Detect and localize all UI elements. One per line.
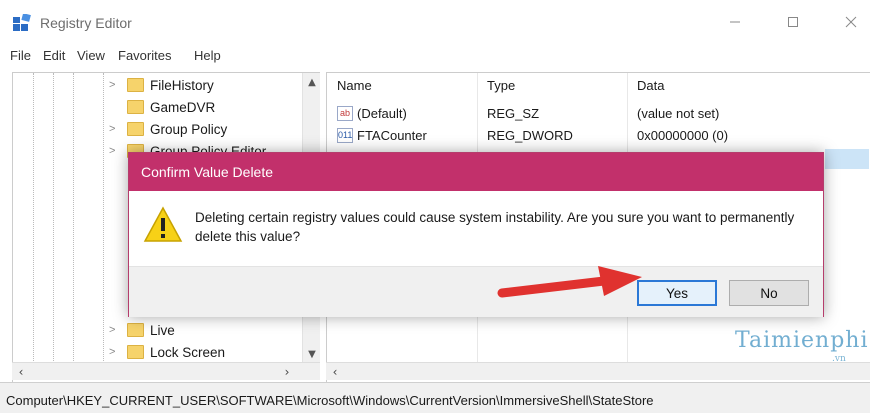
column-header-data[interactable]: Data — [637, 73, 664, 97]
window-title: Registry Editor — [40, 15, 132, 31]
confirm-value-delete-dialog: Confirm Value Delete Deleting certain re… — [128, 152, 824, 317]
tree-item[interactable]: > Live — [109, 319, 175, 341]
value-type: REG_SZ — [487, 106, 540, 121]
scroll-up-icon[interactable]: ▲ — [303, 73, 320, 91]
value-row[interactable]: 011 FTACounter REG_DWORD 0x00000000 (0) — [327, 125, 870, 147]
folder-icon — [127, 345, 144, 359]
value-type: REG_DWORD — [487, 128, 573, 143]
tree-item[interactable]: GameDVR — [109, 96, 215, 118]
close-button[interactable] — [828, 6, 870, 38]
title-bar: Registry Editor — [0, 0, 870, 44]
maximize-button[interactable] — [770, 6, 816, 38]
tree-item-label: GameDVR — [150, 99, 216, 115]
folder-icon — [127, 78, 144, 92]
scroll-left-icon[interactable]: ‹ — [12, 363, 30, 381]
tree-item[interactable]: > Lock Screen — [109, 341, 225, 363]
menu-edit[interactable]: Edit — [43, 48, 65, 63]
menu-help[interactable]: Help — [194, 48, 221, 63]
value-data: 0x00000000 (0) — [637, 128, 729, 143]
reg-sz-icon: ab — [337, 106, 353, 121]
expand-icon[interactable]: > — [109, 346, 123, 358]
menu-favorites[interactable]: Favorites — [118, 48, 171, 63]
registry-editor-icon — [13, 14, 31, 31]
value-name: FTACounter — [357, 128, 427, 143]
list-horizontal-scrollbar[interactable]: ‹ — [326, 362, 870, 380]
column-header-type[interactable]: Type — [487, 73, 515, 97]
dialog-button-bar: Yes No — [129, 266, 823, 317]
yes-button[interactable]: Yes — [637, 280, 717, 306]
expand-icon[interactable]: > — [109, 145, 123, 157]
dialog-title: Confirm Value Delete — [129, 153, 823, 191]
value-name: (Default) — [357, 106, 407, 121]
selected-row-highlight — [825, 149, 869, 169]
minimize-button[interactable] — [712, 6, 758, 38]
tree-item-label: Lock Screen — [150, 344, 226, 360]
no-button[interactable]: No — [729, 280, 809, 306]
tree-horizontal-scrollbar[interactable]: ‹ › — [12, 362, 320, 380]
tree-guide-line — [103, 73, 104, 363]
close-icon — [845, 16, 857, 28]
watermark-logo: Taimienphi — [735, 328, 869, 353]
red-arrow-annotation-icon — [497, 266, 642, 298]
value-data: (value not set) — [637, 106, 720, 121]
folder-icon — [127, 122, 144, 136]
expand-icon[interactable]: > — [109, 123, 123, 135]
watermark-suffix: .vn — [832, 354, 846, 364]
expand-icon[interactable]: > — [109, 79, 123, 91]
tree-guide-line — [53, 73, 54, 363]
warning-triangle-icon — [143, 206, 183, 242]
tree-item[interactable]: > Group Policy — [109, 118, 227, 140]
tree-item-label: Group Policy — [150, 121, 228, 137]
scroll-right-icon[interactable]: › — [278, 363, 296, 381]
dialog-message: Deleting certain registry values could c… — [195, 210, 795, 244]
menu-file[interactable]: File — [10, 48, 31, 63]
tree-item-label: Live — [150, 322, 175, 338]
column-header-name[interactable]: Name — [337, 73, 372, 97]
maximize-icon — [788, 17, 798, 27]
expand-icon[interactable]: > — [109, 324, 123, 336]
folder-icon — [127, 323, 144, 337]
minimize-icon — [730, 21, 740, 23]
folder-icon — [127, 100, 144, 114]
menu-view[interactable]: View — [77, 48, 105, 63]
registry-editor-window: Registry Editor File Edit View Favorites… — [0, 0, 870, 413]
value-row[interactable]: ab (Default) REG_SZ (value not set) — [327, 103, 870, 125]
reg-dword-icon: 011 — [337, 128, 353, 143]
scroll-down-icon[interactable]: ▼ — [303, 345, 320, 363]
tree-item[interactable]: > FileHistory — [109, 74, 214, 96]
tree-item-label: FileHistory — [150, 77, 214, 93]
tree-guide-line — [73, 73, 74, 363]
tree-guide-line — [33, 73, 34, 363]
status-bar-path: Computer\HKEY_CURRENT_USER\SOFTWARE\Micr… — [0, 382, 870, 413]
menu-bar: File Edit View Favorites Help — [0, 44, 870, 68]
scroll-left-icon[interactable]: ‹ — [326, 363, 344, 381]
